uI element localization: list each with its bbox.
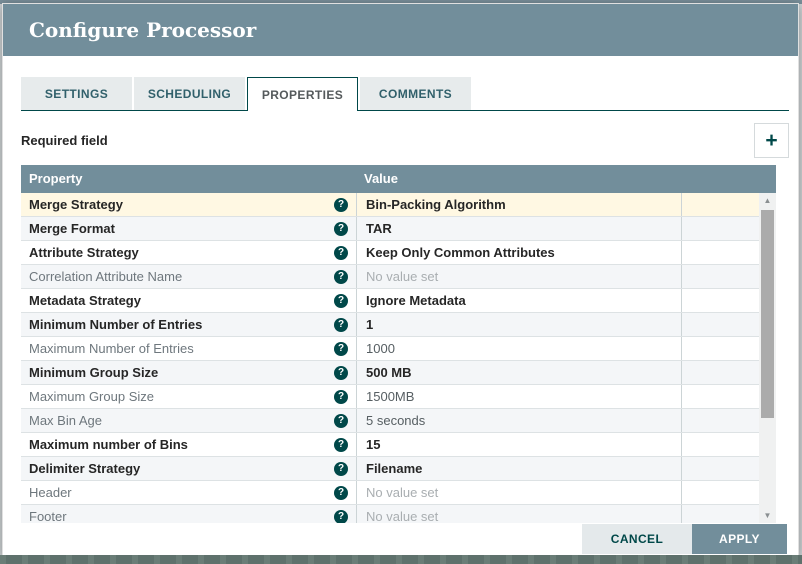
- property-value: 5 seconds: [366, 413, 426, 428]
- table-header: Property Value: [21, 165, 776, 193]
- table-row[interactable]: Merge Format ? TAR: [21, 217, 759, 241]
- tab-scheduling[interactable]: SCHEDULING: [134, 77, 245, 110]
- row-filler-cell: [681, 289, 759, 312]
- row-filler-cell: [681, 361, 759, 384]
- help-icon[interactable]: ?: [334, 509, 348, 523]
- help-icon[interactable]: ?: [334, 341, 348, 356]
- help-icon[interactable]: ?: [334, 485, 348, 500]
- row-filler-cell: [681, 313, 759, 336]
- help-icon[interactable]: ?: [334, 269, 348, 284]
- table-row[interactable]: Minimum Number of Entries ? 1: [21, 313, 759, 337]
- help-icon[interactable]: ?: [334, 365, 348, 380]
- tab-bar: SETTINGS SCHEDULING PROPERTIES COMMENTS: [21, 77, 789, 111]
- tab-properties[interactable]: PROPERTIES: [247, 77, 358, 111]
- help-icon[interactable]: ?: [334, 293, 348, 308]
- row-filler-cell: [681, 505, 759, 523]
- help-icon[interactable]: ?: [334, 245, 348, 260]
- property-name: Merge Format: [29, 221, 115, 236]
- property-value: 15: [366, 437, 381, 452]
- property-name: Header: [29, 485, 72, 500]
- property-value: No value set: [366, 485, 439, 500]
- table-row[interactable]: Header ? No value set: [21, 481, 759, 505]
- apply-button[interactable]: APPLY: [692, 524, 787, 554]
- property-value: Ignore Metadata: [366, 293, 466, 308]
- row-filler-cell: [681, 337, 759, 360]
- property-name: Attribute Strategy: [29, 245, 139, 260]
- help-icon[interactable]: ?: [334, 389, 348, 404]
- scrollbar-thumb[interactable]: [761, 210, 774, 418]
- help-icon[interactable]: ?: [334, 413, 348, 428]
- row-filler-cell: [681, 385, 759, 408]
- row-filler-cell: [681, 241, 759, 264]
- dialog-footer: CANCEL APPLY: [582, 524, 787, 554]
- scroll-up-icon[interactable]: ▲: [759, 193, 776, 208]
- table-row[interactable]: Max Bin Age ? 5 seconds: [21, 409, 759, 433]
- property-value: No value set: [366, 509, 439, 523]
- property-value: Keep Only Common Attributes: [366, 245, 555, 260]
- property-name: Merge Strategy: [29, 197, 123, 212]
- table-row[interactable]: Footer ? No value set: [21, 505, 759, 523]
- property-name: Minimum Number of Entries: [29, 317, 203, 332]
- table-body: Merge Strategy ? Bin-Packing Algorithm M…: [21, 193, 776, 523]
- table-row[interactable]: Merge Strategy ? Bin-Packing Algorithm: [21, 193, 759, 217]
- property-name: Maximum Group Size: [29, 389, 154, 404]
- background-canvas-bottom: [0, 555, 802, 564]
- property-value: Bin-Packing Algorithm: [366, 197, 506, 212]
- row-filler-cell: [681, 217, 759, 240]
- property-value: 1: [366, 317, 374, 332]
- column-header-property: Property: [29, 171, 83, 186]
- help-icon[interactable]: ?: [334, 221, 348, 236]
- property-value: 500 MB: [366, 365, 412, 380]
- table-row[interactable]: Maximum Group Size ? 1500MB: [21, 385, 759, 409]
- property-value: TAR: [366, 221, 392, 236]
- help-icon[interactable]: ?: [334, 197, 348, 212]
- scroll-down-icon[interactable]: ▼: [759, 508, 776, 523]
- properties-table: Property Value Merge Strategy ? Bin-Pack…: [21, 165, 776, 523]
- property-value: 1000: [366, 341, 395, 356]
- row-filler-cell: [681, 457, 759, 480]
- property-name: Maximum number of Bins: [29, 437, 188, 452]
- row-filler-cell: [681, 481, 759, 504]
- property-name: Metadata Strategy: [29, 293, 141, 308]
- property-name: Correlation Attribute Name: [29, 269, 183, 284]
- dialog-title: Configure Processor: [29, 18, 257, 42]
- table-row[interactable]: Maximum number of Bins ? 15: [21, 433, 759, 457]
- property-name: Minimum Group Size: [29, 365, 159, 380]
- column-header-value: Value: [364, 171, 398, 186]
- help-icon[interactable]: ?: [334, 437, 348, 452]
- tab-comments[interactable]: COMMENTS: [360, 77, 471, 110]
- property-name: Max Bin Age: [29, 413, 102, 428]
- property-value: No value set: [366, 269, 439, 284]
- property-table-body-rows: Merge Strategy ? Bin-Packing Algorithm M…: [21, 193, 759, 523]
- property-name: Delimiter Strategy: [29, 461, 141, 476]
- table-row[interactable]: Maximum Number of Entries ? 1000: [21, 337, 759, 361]
- property-name: Footer: [29, 509, 67, 523]
- property-value: Filename: [366, 461, 423, 476]
- configure-processor-dialog: Configure Processor SETTINGS SCHEDULING …: [2, 3, 799, 556]
- tab-settings[interactable]: SETTINGS: [21, 77, 132, 110]
- table-row[interactable]: Minimum Group Size ? 500 MB: [21, 361, 759, 385]
- vertical-scrollbar[interactable]: ▲ ▼: [759, 193, 776, 523]
- dialog-header: Configure Processor: [3, 4, 798, 56]
- row-filler-cell: [681, 193, 759, 216]
- column-header-spacer: [681, 165, 776, 193]
- help-icon[interactable]: ?: [334, 461, 348, 476]
- properties-toolbar: Required field +: [21, 122, 789, 158]
- table-row[interactable]: Metadata Strategy ? Ignore Metadata: [21, 289, 759, 313]
- property-value: 1500MB: [366, 389, 415, 404]
- row-filler-cell: [681, 409, 759, 432]
- add-property-button[interactable]: +: [754, 122, 789, 158]
- required-field-label: Required field: [21, 132, 108, 148]
- table-row[interactable]: Delimiter Strategy ? Filename: [21, 457, 759, 481]
- row-filler-cell: [681, 265, 759, 288]
- table-row[interactable]: Correlation Attribute Name ? No value se…: [21, 265, 759, 289]
- help-icon[interactable]: ?: [334, 317, 348, 332]
- cancel-button[interactable]: CANCEL: [582, 524, 692, 554]
- row-filler-cell: [681, 433, 759, 456]
- dialog-content: SETTINGS SCHEDULING PROPERTIES COMMENTS …: [3, 77, 798, 523]
- property-name: Maximum Number of Entries: [29, 341, 194, 356]
- table-row[interactable]: Attribute Strategy ? Keep Only Common At…: [21, 241, 759, 265]
